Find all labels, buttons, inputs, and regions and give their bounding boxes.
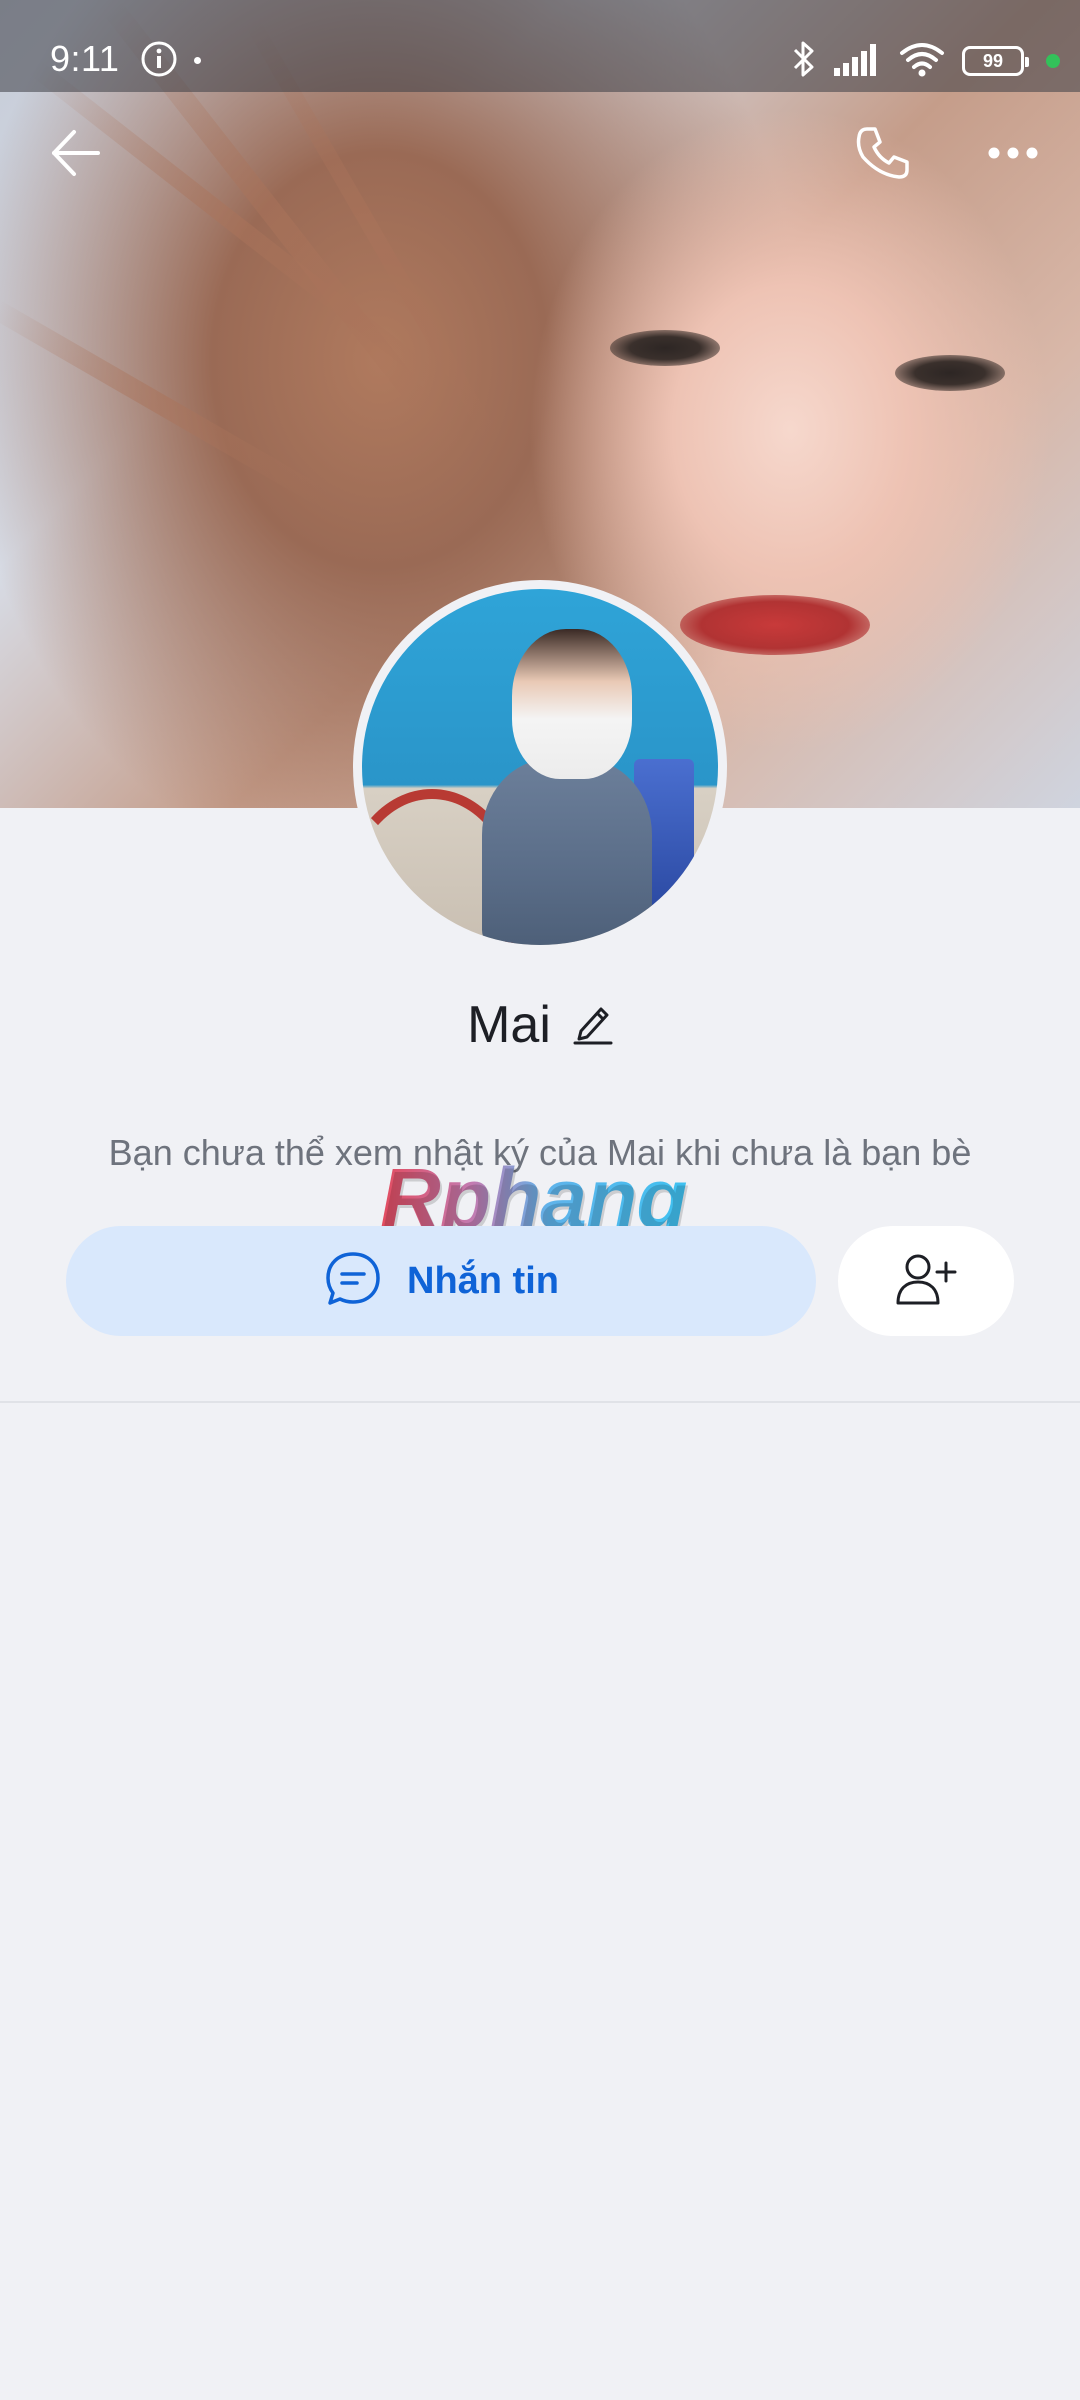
signal-icon bbox=[832, 42, 882, 81]
avatar-frame bbox=[353, 580, 727, 954]
battery-icon: 99 bbox=[962, 46, 1029, 76]
add-friend-button[interactable] bbox=[838, 1226, 1014, 1336]
battery-level: 99 bbox=[982, 50, 1004, 71]
arrow-left-icon bbox=[48, 126, 102, 185]
chat-bubble-icon bbox=[323, 1249, 383, 1314]
pencil-icon[interactable] bbox=[573, 1001, 613, 1050]
bluetooth-icon bbox=[792, 40, 816, 83]
add-user-icon bbox=[894, 1251, 958, 1312]
profile-name: Mai bbox=[467, 996, 551, 1054]
phone-icon bbox=[853, 123, 913, 188]
info-icon bbox=[140, 40, 178, 83]
section-divider bbox=[0, 1401, 1080, 1403]
profile-name-row: Mai bbox=[0, 995, 1080, 1055]
back-button[interactable] bbox=[30, 110, 120, 200]
more-dots-icon bbox=[987, 146, 1039, 165]
message-button[interactable]: Nhắn tin bbox=[66, 1226, 816, 1336]
avatar[interactable] bbox=[362, 589, 718, 945]
privacy-indicator-dot bbox=[1046, 54, 1060, 68]
status-time: 9:11 bbox=[50, 38, 120, 79]
status-bar: 9:11 99 bbox=[0, 0, 1080, 92]
notification-dot-icon bbox=[194, 57, 201, 64]
call-button[interactable] bbox=[838, 110, 928, 200]
status-icons: 99 bbox=[792, 38, 1060, 84]
more-options-button[interactable] bbox=[968, 110, 1058, 200]
wifi-icon bbox=[898, 41, 946, 82]
message-button-label: Nhắn tin bbox=[407, 1259, 559, 1302]
